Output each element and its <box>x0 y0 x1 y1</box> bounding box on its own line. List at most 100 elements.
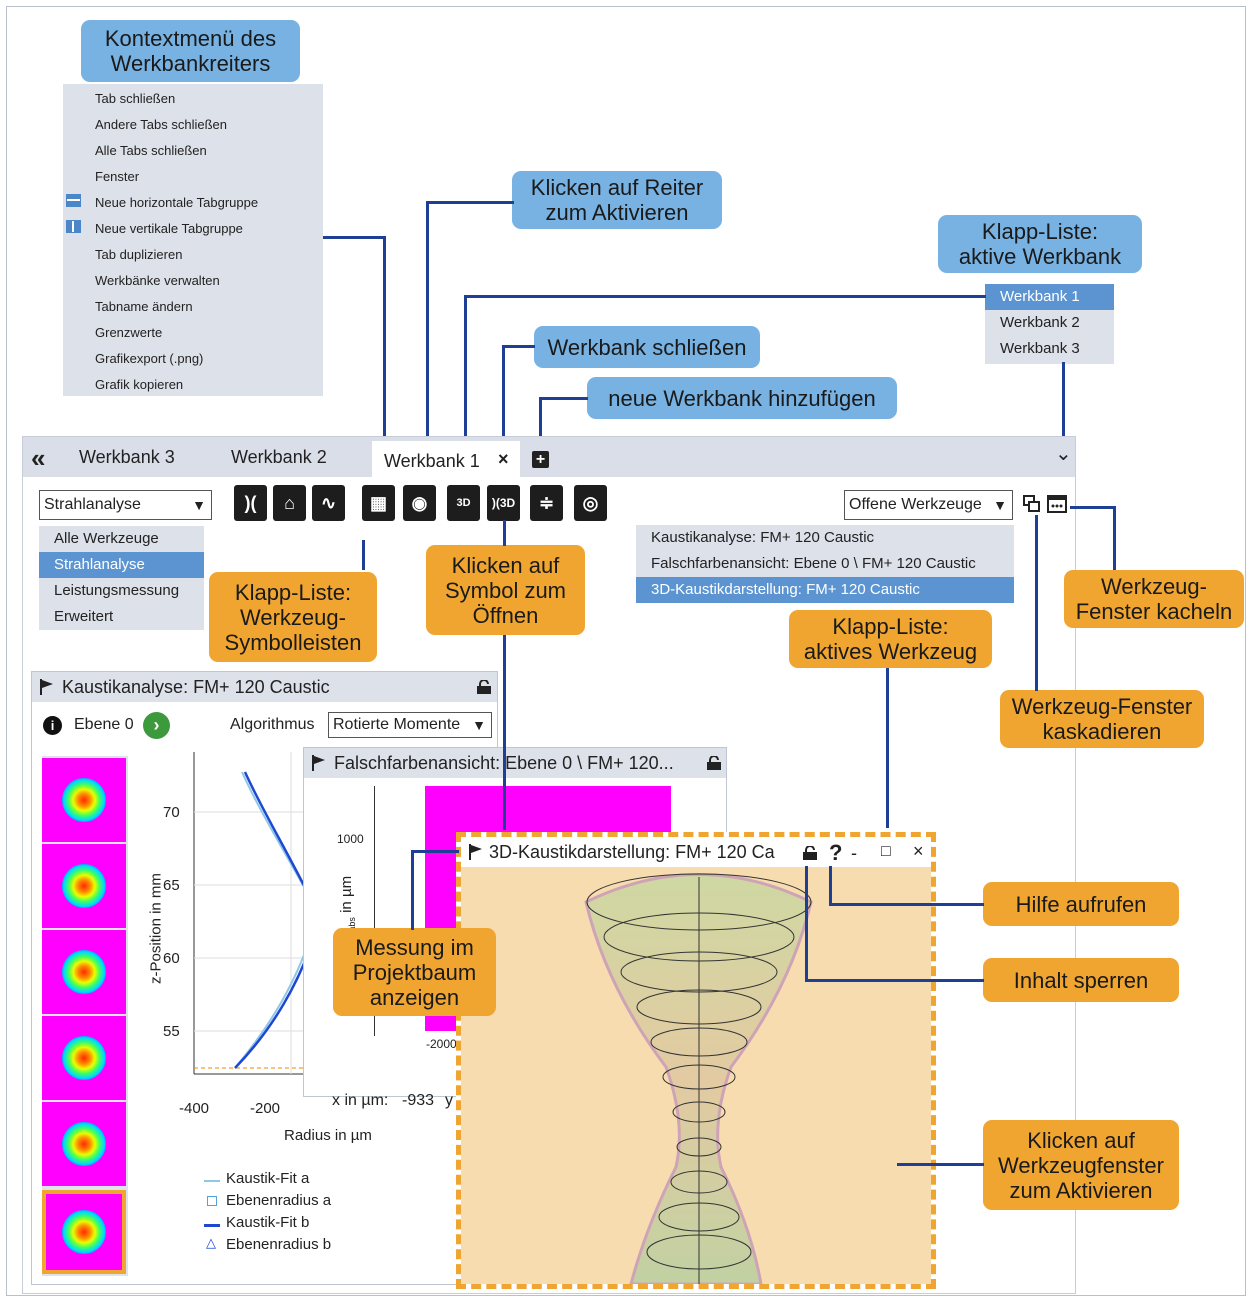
menu-item-window[interactable]: Fenster <box>95 168 139 186</box>
flag-icon[interactable] <box>469 844 483 860</box>
workbench-option-1[interactable]: Werkbank 1 <box>985 284 1114 310</box>
3d-window-title[interactable]: 3D-Kaustikdarstellung: FM+ 120 Ca <box>461 837 931 867</box>
callout-tile-windows: Werkzeug- Fenster kacheln <box>1064 570 1244 628</box>
menu-item-graphic-export[interactable]: Grafikexport (.png) <box>95 350 203 368</box>
leader-line <box>323 236 385 239</box>
lock-icon[interactable] <box>706 756 722 770</box>
tab-werkbank-3[interactable]: Werkbank 3 <box>79 447 175 468</box>
y-tick: 70 <box>163 804 180 821</box>
toolbar-option-power[interactable]: Leistungsmessung <box>39 578 204 604</box>
workbench-option-3[interactable]: Werkbank 3 <box>985 336 1114 362</box>
workbench-chevron-icon[interactable]: ⌄ <box>1055 441 1072 466</box>
leader-line <box>503 635 506 830</box>
leader-line <box>411 850 459 853</box>
leader-line <box>426 201 429 456</box>
spot-icon[interactable]: ◉ <box>403 485 436 521</box>
toolbar-option-all[interactable]: Alle Werkzeuge <box>39 526 204 552</box>
workbench-option-2[interactable]: Werkbank 2 <box>985 310 1114 336</box>
legend-swatch: △ <box>206 1235 216 1250</box>
leader-line <box>1070 506 1116 509</box>
3d-caustic-window[interactable]: 3D-Kaustikdarstellung: FM+ 120 Ca ? - □ … <box>456 832 936 1289</box>
plane-thumbnail[interactable] <box>42 758 126 842</box>
toolbar-option-beam[interactable]: Strahlanalyse <box>39 552 204 578</box>
callout-close-workbench: Werkbank schließen <box>534 326 760 368</box>
leader-line <box>503 520 506 546</box>
toolbar-select[interactable]: Strahlanalyse ▼ <box>39 490 212 520</box>
plane-thumbnail[interactable] <box>42 844 126 928</box>
legend-item: Kaustik-Fit b <box>226 1214 310 1231</box>
add-workbench-icon[interactable]: + <box>532 451 549 468</box>
rings-icon[interactable]: ◎ <box>574 485 607 521</box>
callout-help: Hilfe aufrufen <box>983 882 1179 926</box>
flag-icon[interactable] <box>312 755 326 771</box>
leader-line <box>1113 506 1116 570</box>
next-plane-button[interactable]: › <box>143 712 170 739</box>
plane-thumbnail-selected[interactable] <box>42 1190 126 1274</box>
x-tick: -200 <box>250 1100 281 1117</box>
lock-icon[interactable] <box>476 680 492 694</box>
open-tools-list: Kaustikanalyse: FM+ 120 Caustic Falschfa… <box>636 525 1014 603</box>
algorithm-label: Algorithmus <box>230 716 315 733</box>
menu-item-close-other-tabs[interactable]: Andere Tabs schließen <box>95 116 227 134</box>
plane-thumbnail[interactable] <box>42 1016 126 1100</box>
open-tool-caustic[interactable]: Kaustikanalyse: FM+ 120 Caustic <box>636 525 1014 551</box>
tab-werkbank-2[interactable]: Werkbank 2 <box>231 447 327 468</box>
maximize-icon[interactable]: □ <box>881 843 891 861</box>
tile-windows-icon[interactable] <box>1047 495 1067 513</box>
leader-line <box>829 866 832 905</box>
y-readout-label: y <box>445 1092 453 1109</box>
cascade-windows-icon[interactable] <box>1023 495 1041 513</box>
info-icon[interactable]: i <box>43 716 62 735</box>
lock-icon[interactable] <box>802 846 818 860</box>
algorithm-select[interactable]: Rotierte Momente ▼ <box>328 712 492 738</box>
caustic-window-title[interactable]: Kaustikanalyse: FM+ 120 Caustic <box>32 672 497 702</box>
y-tick: 55 <box>163 1023 180 1040</box>
open-tool-falsecolor[interactable]: Falschfarbenansicht: Ebene 0 \ FM+ 120 C… <box>636 551 1014 577</box>
chevron-down-icon: ▼ <box>192 497 206 513</box>
caustic-plot <box>193 752 310 1075</box>
curve-icon[interactable]: ∿ <box>312 485 345 521</box>
caustic-3d-icon[interactable]: )(3D <box>487 485 520 521</box>
menu-item-limits[interactable]: Grenzwerte <box>95 324 162 342</box>
3d-caustic-view[interactable] <box>461 867 931 1284</box>
callout-context-menu: Kontextmenü des Werkbankreiters <box>81 20 300 82</box>
menu-item-manage-workbenches[interactable]: Werkbänke verwalten <box>95 272 220 290</box>
toolbar-option-advanced[interactable]: Erweitert <box>39 604 204 630</box>
plane-thumbnail[interactable] <box>42 930 126 1014</box>
callout-show-in-tree: Messung im Projektbaum anzeigen <box>333 928 496 1016</box>
flag-icon[interactable] <box>40 679 54 695</box>
menu-item-new-horizontal-tabgroup[interactable]: Neue horizontale Tabgruppe <box>95 194 258 212</box>
x-tick: -400 <box>179 1100 210 1117</box>
menu-item-close-all-tabs[interactable]: Alle Tabs schließen <box>95 142 207 160</box>
tab-werkbank-1[interactable]: Werkbank 1 <box>384 451 480 472</box>
menu-item-new-vertical-tabgroup[interactable]: Neue vertikale Tabgruppe <box>95 220 243 238</box>
menu-item-close-tab[interactable]: Tab schließen <box>95 90 175 108</box>
stack-icon[interactable]: ≑ <box>530 485 563 521</box>
leader-line <box>464 295 467 456</box>
y-tick: 60 <box>163 950 180 967</box>
menu-item-duplicate-tab[interactable]: Tab duplizieren <box>95 246 182 264</box>
close-tab-icon[interactable]: × <box>498 449 509 470</box>
callout-lock-content: Inhalt sperren <box>983 958 1179 1002</box>
callout-add-workbench: neue Werkbank hinzufügen <box>587 377 897 419</box>
beam-profile-icon[interactable]: ⌂ <box>273 485 306 521</box>
caustic-window-title-text: Kaustikanalyse: FM+ 120 Caustic <box>62 677 330 697</box>
open-tool-3d[interactable]: 3D-Kaustikdarstellung: FM+ 120 Caustic <box>636 577 1014 603</box>
x-readout-label: x in µm: <box>332 1092 389 1109</box>
leader-line <box>886 668 889 828</box>
minimize-icon[interactable]: - <box>851 843 857 864</box>
falsecolor-window-title[interactable]: Falschfarbenansicht: Ebene 0 \ FM+ 120..… <box>304 748 726 778</box>
caustic-icon[interactable]: )( <box>234 485 267 521</box>
3d-icon[interactable]: 3D <box>447 485 480 521</box>
x-readout-value: -933 <box>402 1092 435 1109</box>
menu-item-rename-tab[interactable]: Tabname ändern <box>95 298 193 316</box>
table-icon[interactable]: ▦ <box>362 485 395 521</box>
help-icon[interactable]: ? <box>829 840 842 866</box>
y-tick: 65 <box>163 877 180 894</box>
plane-thumbnail[interactable] <box>42 1102 126 1186</box>
leader-line <box>829 903 984 906</box>
close-icon[interactable]: × <box>913 841 924 862</box>
menu-item-copy-graphic[interactable]: Grafik kopieren <box>95 376 183 394</box>
open-tools-select[interactable]: Offene Werkzeuge ▼ <box>844 490 1013 520</box>
collapse-icon[interactable]: « <box>31 443 45 474</box>
